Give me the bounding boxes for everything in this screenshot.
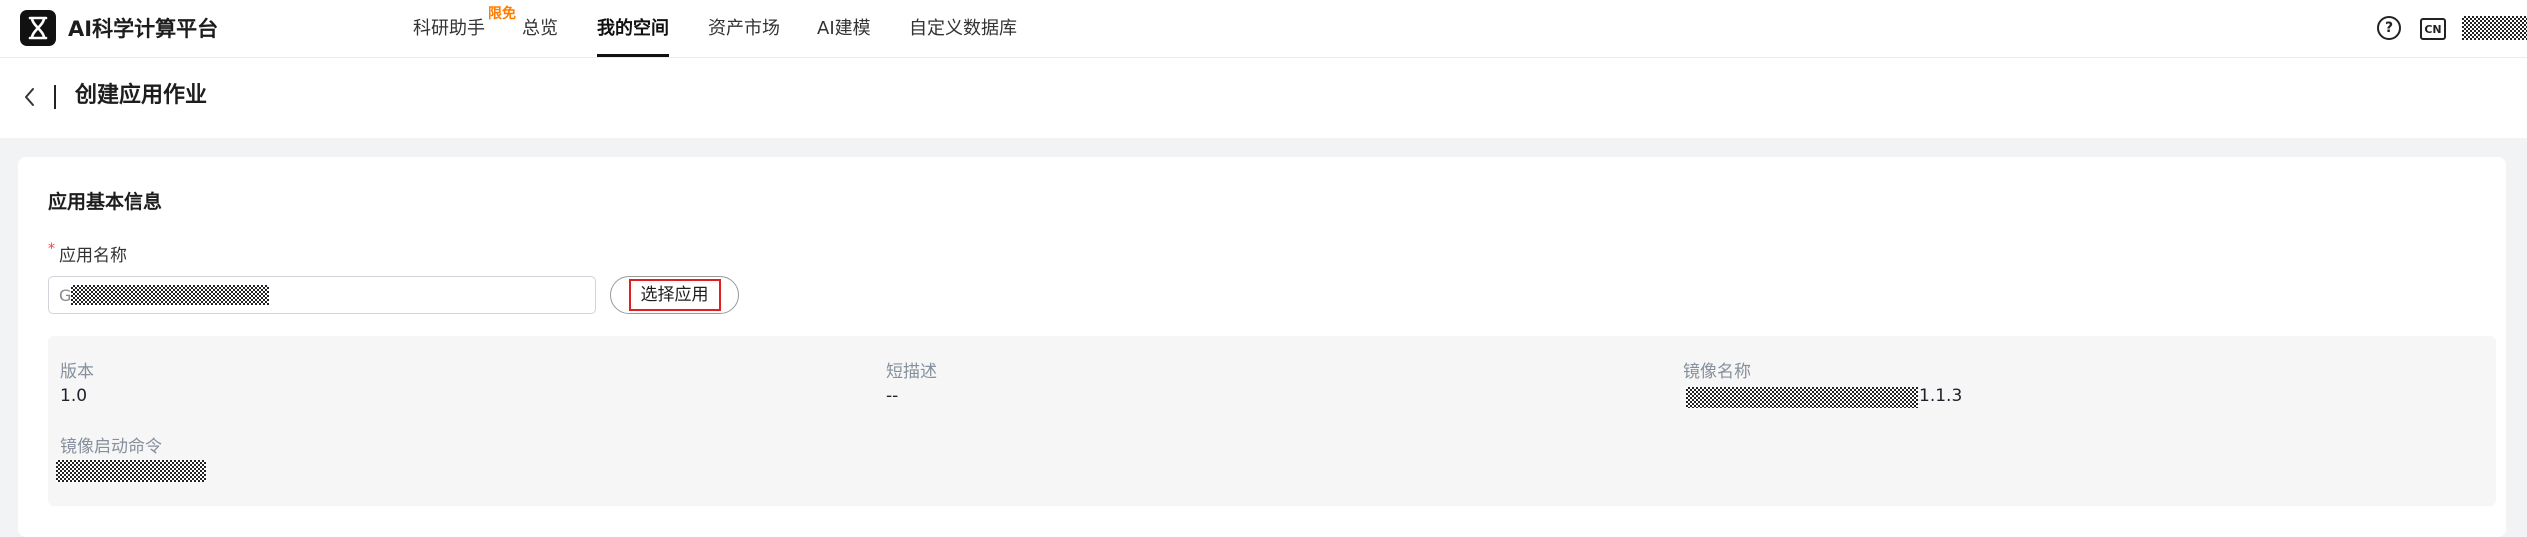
- nav-research-assistant[interactable]: 科研助手: [413, 0, 485, 57]
- image-name-redacted: [1686, 387, 1918, 408]
- app-name-value-prefix: G: [59, 285, 72, 305]
- select-app-button-label: 选择应用: [628, 279, 721, 311]
- nav-asset-market[interactable]: 资产市场: [708, 0, 780, 57]
- image-cmd-label: 镜像启动命令: [60, 437, 162, 457]
- nav-ai-modeling[interactable]: AI建模: [817, 0, 871, 57]
- app-name-input[interactable]: G: [48, 276, 596, 314]
- required-mark: *: [48, 241, 55, 257]
- user-avatar[interactable]: [2462, 16, 2527, 40]
- language-switch-icon[interactable]: CN: [2420, 18, 2446, 40]
- short-desc-label: 短描述: [886, 362, 937, 382]
- image-cmd-redacted: [56, 460, 206, 482]
- nav-overview[interactable]: 总览: [522, 0, 558, 57]
- short-desc-value: --: [886, 386, 899, 406]
- nav-my-space[interactable]: 我的空间: [597, 0, 669, 57]
- section-title: 应用基本信息: [48, 191, 163, 213]
- image-name-suffix: 1.1.3: [1919, 386, 1963, 406]
- back-arrow-icon[interactable]: [18, 82, 42, 112]
- app-name-label: * 应用名称: [48, 241, 127, 266]
- app-name-label-text: 应用名称: [59, 246, 127, 266]
- select-app-button[interactable]: 选择应用: [610, 276, 739, 314]
- brand[interactable]: AI科学计算平台: [20, 10, 218, 46]
- app-name-redacted: [71, 285, 270, 305]
- logo-icon: [20, 10, 56, 46]
- page-header: 创建应用作业: [0, 58, 2527, 138]
- version-value: 1.0: [60, 386, 88, 406]
- header-divider: [54, 85, 56, 109]
- brand-name: AI科学计算平台: [68, 17, 219, 41]
- app-details-panel: 版本 1.0 短描述 -- 镜像名称 1.1.3 镜像启动命令: [48, 336, 2496, 506]
- free-badge: 限免: [488, 6, 516, 22]
- nav-custom-database[interactable]: 自定义数据库: [909, 0, 1017, 57]
- top-navbar: AI科学计算平台 科研助手 限免 总览 我的空间 资产市场 AI建模 自定义数据…: [0, 0, 2527, 58]
- app-info-card: 应用基本信息 * 应用名称 G 选择应用 版本 1.0 短描述 -- 镜像名称 1…: [18, 157, 2506, 537]
- page-title: 创建应用作业: [75, 83, 208, 108]
- version-label: 版本: [60, 362, 94, 382]
- image-name-label: 镜像名称: [1683, 362, 1751, 382]
- help-icon[interactable]: ?: [2377, 16, 2401, 40]
